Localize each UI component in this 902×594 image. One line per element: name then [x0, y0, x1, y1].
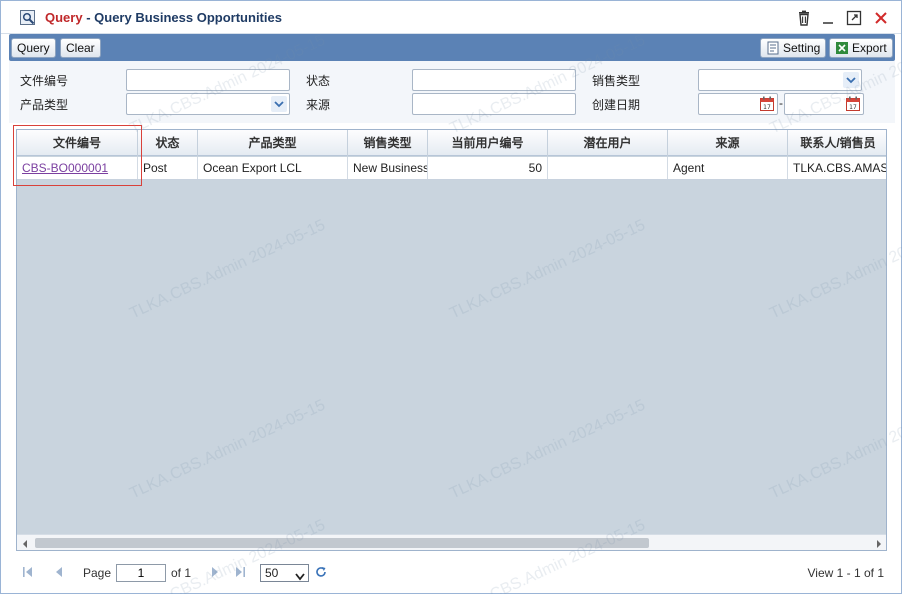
- title-bar: Query - Query Business Opportunities: [1, 1, 901, 34]
- cell-contact-salesperson: TLKA.CBS.AMAS: [793, 161, 887, 175]
- product-type-label: 产品类型: [20, 98, 69, 112]
- highlight-box: [13, 125, 142, 186]
- page-label: Page: [83, 566, 112, 580]
- page-size-value: 50: [265, 566, 279, 580]
- maximize-icon[interactable]: [846, 10, 862, 26]
- svg-text:17: 17: [849, 104, 857, 111]
- created-date-from[interactable]: 17: [698, 93, 778, 115]
- last-page-icon[interactable]: [234, 566, 246, 578]
- source-input[interactable]: [412, 93, 576, 115]
- next-page-icon[interactable]: [209, 566, 221, 578]
- scroll-right-icon[interactable]: [874, 538, 884, 548]
- view-count: View 1 - 1 of 1: [807, 566, 885, 580]
- setting-icon: [766, 41, 780, 55]
- horizontal-scrollbar[interactable]: [17, 534, 886, 550]
- refresh-icon[interactable]: [315, 566, 327, 578]
- cell-status: Post: [138, 157, 198, 179]
- created-date-to[interactable]: 17: [784, 93, 864, 115]
- prev-page-icon[interactable]: [53, 566, 65, 578]
- page-size-select[interactable]: 50: [260, 564, 309, 582]
- results-grid: 文件编号 状态 产品类型 销售类型 当前用户编号 潜在用户 来源 联系人/销售员…: [16, 129, 887, 551]
- scrollbar-thumb[interactable]: [35, 538, 649, 548]
- table-row[interactable]: CBS-BO000001 Post Ocean Export LCL New B…: [17, 157, 887, 180]
- minimize-icon[interactable]: [820, 10, 836, 26]
- close-icon[interactable]: [873, 10, 889, 26]
- pager: Page of 1 50 View 1 - 1 of 1: [16, 558, 887, 588]
- title-prefix: Query: [45, 10, 83, 25]
- export-excel-icon: [835, 41, 849, 55]
- cell-current-user-no: 50: [428, 157, 548, 179]
- col-contact-salesperson[interactable]: 联系人/销售员: [788, 130, 886, 156]
- export-button[interactable]: Export: [829, 38, 893, 58]
- col-current-user-no[interactable]: 当前用户编号: [428, 130, 548, 156]
- page-of-label: of 1: [171, 566, 192, 580]
- page-number-input[interactable]: [116, 564, 166, 582]
- chevron-down-icon: [295, 569, 305, 585]
- created-date-label: 创建日期: [592, 98, 641, 112]
- col-source[interactable]: 来源: [668, 130, 788, 156]
- cell-potential-user: [548, 157, 668, 179]
- window-title: Query - Query Business Opportunities: [45, 10, 282, 25]
- col-sales-type[interactable]: 销售类型: [348, 130, 428, 156]
- col-status[interactable]: 状态: [138, 130, 198, 156]
- grid-header: 文件编号 状态 产品类型 销售类型 当前用户编号 潜在用户 来源 联系人/销售员: [17, 130, 886, 156]
- clear-button[interactable]: Clear: [60, 38, 101, 58]
- sales-type-label: 销售类型: [592, 74, 641, 88]
- setting-label: Setting: [783, 41, 821, 55]
- calendar-icon[interactable]: 17: [845, 96, 861, 112]
- title-main: Query Business Opportunities: [94, 10, 282, 25]
- toolbar: Query Clear Setting Export: [9, 34, 895, 61]
- doc-no-label: 文件编号: [20, 74, 69, 88]
- status-label: 状态: [306, 74, 331, 88]
- calendar-icon[interactable]: 17: [759, 96, 775, 112]
- chevron-down-icon: [271, 96, 287, 112]
- query-window-icon: [20, 10, 35, 25]
- status-input[interactable]: [412, 69, 576, 91]
- product-type-select[interactable]: [126, 93, 290, 115]
- col-product-type[interactable]: 产品类型: [198, 130, 348, 156]
- date-range-separator: -: [779, 96, 783, 110]
- scroll-left-icon[interactable]: [20, 538, 30, 548]
- svg-text:17: 17: [763, 104, 771, 111]
- first-page-icon[interactable]: [22, 566, 34, 578]
- cell-product-type: Ocean Export LCL: [198, 157, 348, 179]
- query-button[interactable]: Query: [11, 38, 56, 58]
- query-form: 文件编号 状态 销售类型 产品类型 来源 创建日期 17 - 17: [9, 61, 895, 123]
- export-label: Export: [852, 41, 887, 55]
- setting-button[interactable]: Setting: [760, 38, 827, 58]
- doc-no-input[interactable]: [126, 69, 290, 91]
- col-potential-user[interactable]: 潜在用户: [548, 130, 668, 156]
- sales-type-select[interactable]: [698, 69, 862, 91]
- cell-source: Agent: [668, 157, 788, 179]
- query-window: Query - Query Business Opportunities Que…: [0, 0, 902, 594]
- chevron-down-icon: [843, 72, 859, 88]
- cell-sales-type: New Business: [348, 157, 428, 179]
- title-separator: -: [82, 10, 95, 25]
- source-label: 来源: [306, 98, 331, 112]
- trash-icon[interactable]: [796, 10, 812, 26]
